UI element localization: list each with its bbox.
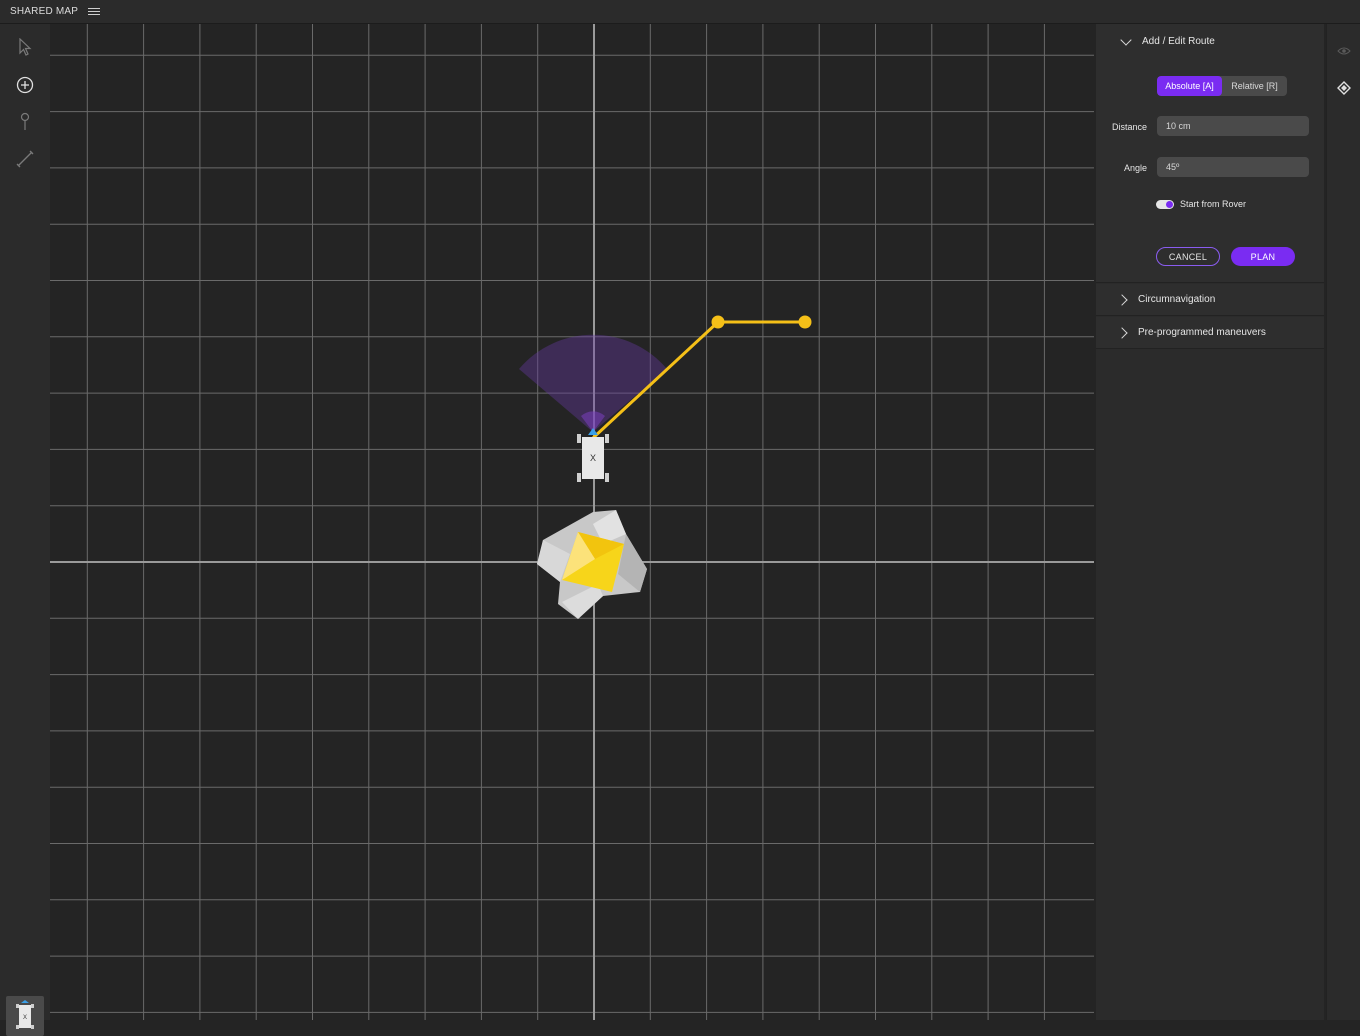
select-pointer-icon[interactable] [12,34,38,60]
sensor-fov [519,334,667,432]
start-from-rover-label: Start from Rover [1180,199,1247,209]
add-edit-route-section: Add / Edit Route Absolute [A] Relative [… [1096,24,1324,283]
left-toolbar: X [0,24,50,1036]
app-title: SHARED MAP [10,6,79,17]
map-grid [50,24,1094,1020]
chevron-right-icon [1116,293,1128,306]
start-from-rover-toggle[interactable] [1156,200,1174,209]
map-canvas[interactable]: X [50,24,1094,1020]
chevron-down-icon [1120,33,1132,46]
axes [50,24,1094,1020]
top-bar: SHARED MAP [0,0,1360,24]
add-circle-icon[interactable] [12,72,38,98]
right-icon-bar [1326,24,1360,1020]
waypoint-pin-icon[interactable] [12,109,38,135]
route-diamond-icon[interactable] [1335,80,1353,98]
map-svg[interactable]: X [50,24,1094,1020]
plan-button[interactable]: PLAN [1231,247,1295,266]
add-edit-route-title: Add / Edit Route [1142,36,1215,47]
svg-text:X: X [23,1015,27,1021]
add-edit-route-header[interactable]: Add / Edit Route [1096,26,1324,57]
chevron-right-icon [1116,326,1128,339]
mode-toggle: Absolute [A] Relative [R] [1157,76,1287,96]
rover-view-button[interactable]: X [6,996,44,1036]
svg-text:X: X [590,453,596,463]
eye-icon[interactable] [1335,42,1353,60]
cancel-button[interactable]: CANCEL [1156,247,1220,266]
route-endpoint[interactable] [798,315,812,329]
angle-label: Angle [1123,163,1147,173]
angle-input[interactable] [1157,157,1309,177]
base-station-icon[interactable] [537,510,647,619]
distance-input[interactable] [1157,116,1309,136]
measure-ruler-icon[interactable] [12,146,38,172]
distance-label: Distance [1111,122,1147,132]
route-waypoint[interactable] [711,315,725,329]
circumnavigation-title: Circumnavigation [1138,294,1216,305]
circumnavigation-header[interactable]: Circumnavigation [1096,284,1324,316]
maneuvers-title: Pre-programmed maneuvers [1138,327,1266,338]
absolute-mode-button[interactable]: Absolute [A] [1157,76,1222,96]
relative-mode-button[interactable]: Relative [R] [1222,76,1287,96]
route-panel: Add / Edit Route Absolute [A] Relative [… [1096,24,1324,1020]
hamburger-menu-icon[interactable] [88,6,100,17]
maneuvers-header[interactable]: Pre-programmed maneuvers [1096,317,1324,349]
